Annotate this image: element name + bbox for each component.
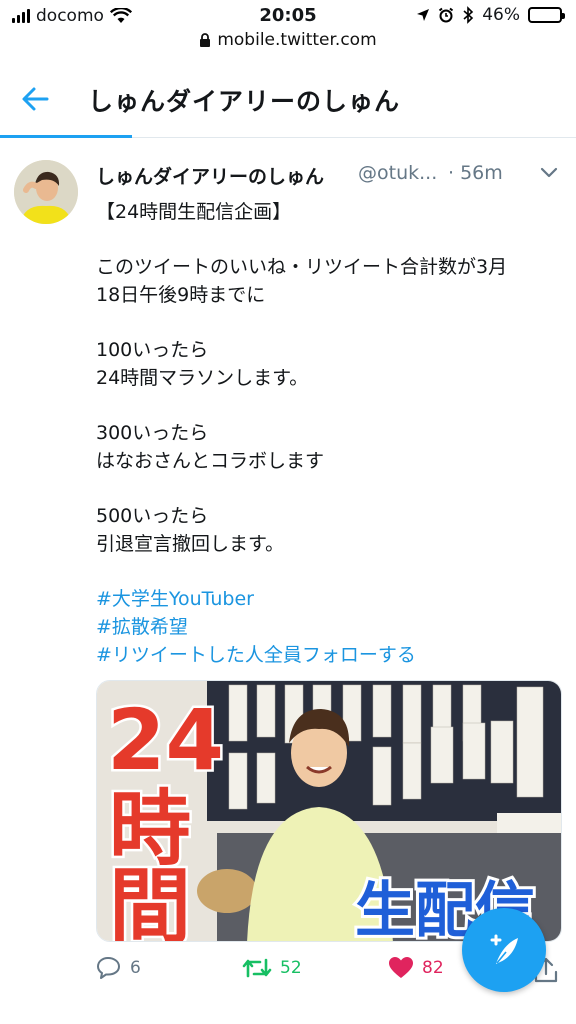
hashtag-link[interactable]: #リツイートした人全員フォローする <box>96 641 566 669</box>
battery-icon <box>528 7 565 23</box>
media-text-24: 24 <box>107 691 224 789</box>
location-icon <box>417 9 430 21</box>
tweet-text: 【24時間生配信企画】 このツイートのいいね・リツイート合計数が3月 18日午後… <box>96 198 566 669</box>
like-button[interactable]: 82 <box>388 956 444 980</box>
tweet-line: 引退宣言撤回します。 <box>96 533 285 555</box>
back-arrow-icon[interactable] <box>20 84 50 114</box>
status-right: 46% <box>416 5 565 25</box>
author-handle[interactable]: @otuk... <box>358 162 437 184</box>
reply-count: 6 <box>130 958 141 978</box>
tweet-line: 500いったら <box>96 505 209 527</box>
tweet-timestamp[interactable]: · 56m <box>448 162 503 184</box>
tweet-line: このツイートのいいね・リツイート合計数が3月 <box>96 256 508 278</box>
url-text: mobile.twitter.com <box>217 30 377 50</box>
tweet-line: 100いったら <box>96 339 209 361</box>
chevron-down-icon[interactable] <box>540 166 558 180</box>
reply-button[interactable]: 6 <box>96 956 141 980</box>
lock-icon <box>200 32 211 47</box>
tweet-line: はなおさんとコラボします <box>96 450 325 472</box>
avatar-image <box>14 160 78 224</box>
retweet-button[interactable]: 52 <box>242 956 302 980</box>
url-bar[interactable]: mobile.twitter.com <box>0 30 576 50</box>
compose-feather-icon <box>490 934 518 964</box>
retweet-count: 52 <box>280 958 302 978</box>
author-avatar[interactable] <box>14 160 78 224</box>
reply-icon <box>97 957 120 979</box>
header-progress-indicator <box>0 135 132 138</box>
tweet-media-image[interactable]: 24 時 間 生配信 <box>96 680 562 942</box>
media-text-kan: 間 <box>109 860 191 942</box>
status-bar: docomo 20:05 46% <box>0 0 576 30</box>
hashtag-link[interactable]: #大学生YouTuber <box>96 585 566 613</box>
media-thumbnail: 24 時 間 生配信 <box>97 681 561 942</box>
author-name[interactable]: しゅんダイアリーのしゅん <box>96 162 324 189</box>
tweet-line: 24時間マラソンします。 <box>96 367 309 389</box>
page-title: しゅんダイアリーのしゅん <box>88 87 401 116</box>
tweet-line: 【24時間生配信企画】 <box>96 201 292 223</box>
battery-percent: 46% <box>482 5 520 25</box>
alarm-icon <box>439 7 454 23</box>
compose-tweet-button[interactable] <box>462 908 546 992</box>
heart-icon <box>389 957 413 978</box>
page-header: しゅんダイアリーのしゅん <box>0 60 576 138</box>
tweet-line: 300いったら <box>96 422 209 444</box>
bluetooth-icon <box>463 6 474 24</box>
tweet-header: しゅんダイアリーのしゅん @otuk... · 56m <box>96 162 566 190</box>
hashtag-link[interactable]: #拡散希望 <box>96 613 566 641</box>
retweet-icon <box>242 958 272 978</box>
like-count: 82 <box>422 958 444 978</box>
tweet-line: 18日午後9時までに <box>96 284 266 306</box>
